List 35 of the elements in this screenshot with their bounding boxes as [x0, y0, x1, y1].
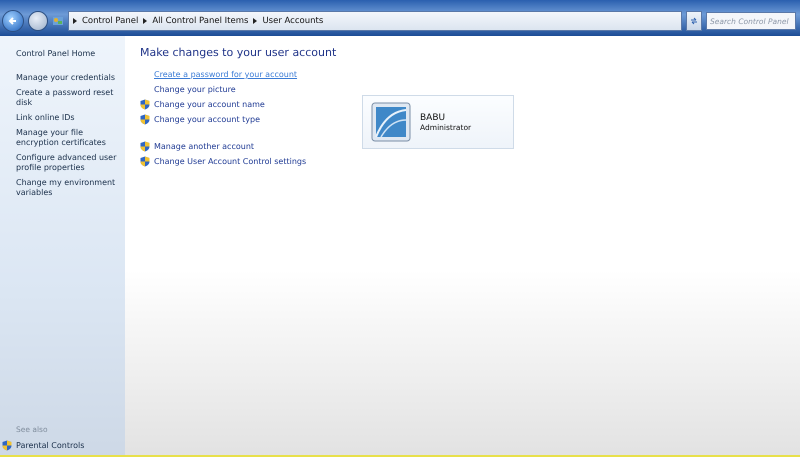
- sidebar-link[interactable]: Link online IDs: [16, 113, 125, 123]
- account-name: BABU: [420, 112, 446, 122]
- breadcrumb-arrow-icon: [143, 18, 148, 24]
- sidebar-link[interactable]: Manage your credentials: [16, 73, 125, 83]
- shield-icon: [140, 141, 150, 152]
- action-link[interactable]: Change your account type: [154, 115, 260, 124]
- back-arrow-icon: [8, 16, 18, 26]
- action-link[interactable]: Change your account name: [154, 100, 265, 109]
- page-heading: Make changes to your user account: [140, 46, 338, 59]
- refresh-arrows-icon: [690, 17, 698, 25]
- action-link[interactable]: Change your picture: [154, 85, 236, 94]
- refresh-button[interactable]: [686, 11, 702, 31]
- shield-icon: [140, 114, 150, 125]
- control-panel-icon: [52, 15, 64, 27]
- action-link[interactable]: Create a password for your account: [154, 70, 298, 79]
- action-link[interactable]: Change User Account Control settings: [154, 157, 306, 166]
- forward-button[interactable]: [28, 11, 48, 31]
- user-picture-icon: [371, 102, 411, 142]
- shield-icon: [2, 440, 12, 451]
- breadcrumb[interactable]: All Control Panel Items: [152, 16, 248, 26]
- shield-icon: [140, 156, 150, 167]
- sidebar-link[interactable]: Change my environment variables: [16, 178, 125, 198]
- address-bar[interactable]: Control Panel All Control Panel Items User Accounts: [68, 11, 682, 31]
- breadcrumb[interactable]: Control Panel: [82, 16, 138, 26]
- breadcrumb-arrow-icon: [73, 18, 77, 24]
- shield-icon: [140, 99, 150, 110]
- breadcrumb[interactable]: User Accounts: [262, 16, 324, 26]
- action-link[interactable]: Manage another account: [154, 142, 254, 151]
- sidebar-link[interactable]: Parental Controls: [16, 441, 84, 450]
- breadcrumb-arrow-icon: [253, 18, 258, 24]
- sidebar-link[interactable]: Manage your file encryption certificates: [16, 128, 125, 148]
- sidebar-link[interactable]: Configure advanced user profile properties: [16, 153, 125, 173]
- sidebar-link[interactable]: Control Panel Home: [16, 49, 125, 59]
- sidebar-link[interactable]: Create a password reset disk: [16, 88, 125, 108]
- back-button[interactable]: [2, 10, 24, 32]
